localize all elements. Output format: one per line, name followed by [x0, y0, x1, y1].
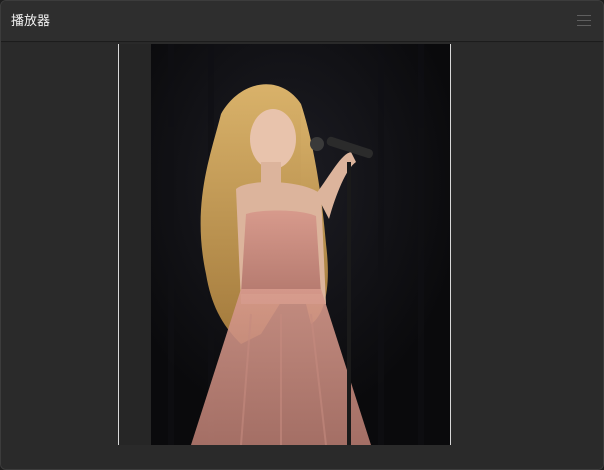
- hamburger-menu-icon[interactable]: [577, 15, 591, 27]
- video-frame-image: [151, 44, 450, 445]
- video-frame: [118, 44, 451, 445]
- window-title: 播放器: [11, 14, 51, 29]
- video-stage: [1, 43, 603, 469]
- video-player[interactable]: [151, 44, 450, 445]
- player-window: 播放器: [0, 0, 604, 470]
- title-bar: 播放器: [1, 1, 603, 42]
